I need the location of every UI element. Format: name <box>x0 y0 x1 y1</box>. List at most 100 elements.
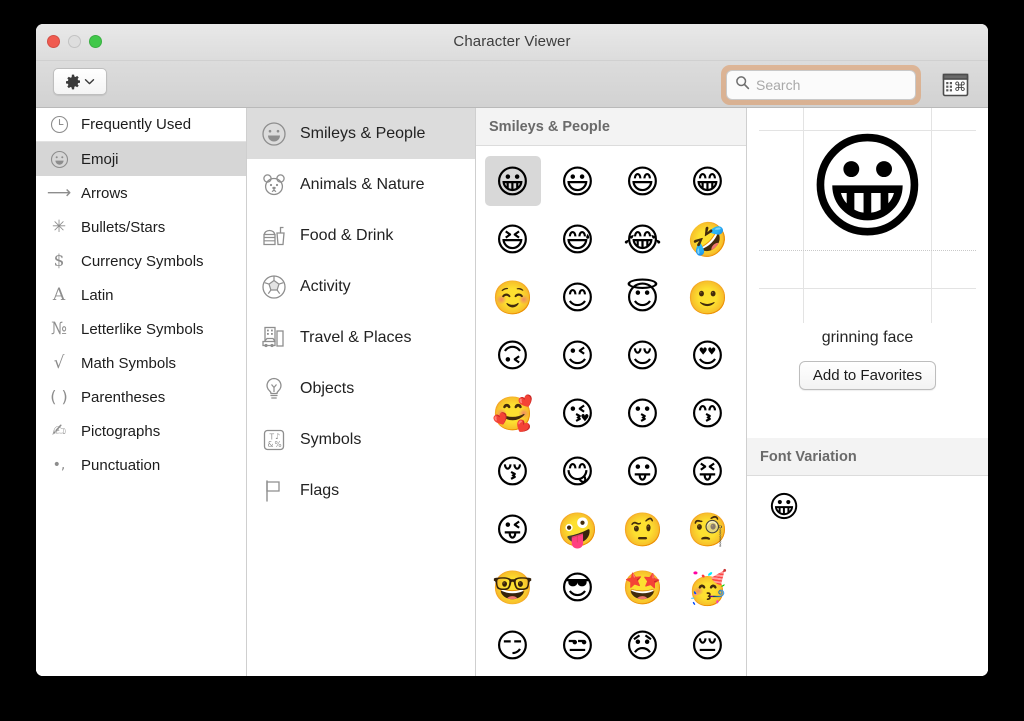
clock-icon <box>48 115 70 134</box>
input-source-picker-button[interactable]: ⌘ <box>942 73 969 97</box>
emoji-category-label: Flags <box>300 481 340 499</box>
sidebar-item-currency-symbols[interactable]: $ Currency Symbols <box>36 244 246 278</box>
sidebar-item-parentheses[interactable]: ( ) Parentheses <box>36 380 246 414</box>
emoji-cell[interactable]: 🙂 <box>680 272 736 322</box>
emoji-category-flags[interactable]: Flags <box>247 465 475 516</box>
emoji-cell[interactable]: 🤪 <box>550 504 606 554</box>
preview-pane: 😀 grinning face Add to Favorites Font Va… <box>747 108 988 676</box>
emoji-cell[interactable]: ☺️ <box>485 272 541 322</box>
font-variation-list[interactable]: 😀 <box>747 476 988 676</box>
emoji-cell[interactable]: 😁 <box>680 156 736 206</box>
emoji-category-travel-places[interactable]: Travel & Places <box>247 312 475 363</box>
font-variation-cell[interactable]: 😀 <box>761 487 807 529</box>
emoji-cell[interactable]: 🤩 <box>615 562 671 612</box>
glyph-preview: 😀 grinning face Add to Favorites <box>747 108 988 438</box>
sidebar-item-label: Frequently Used <box>81 116 192 133</box>
emoji-cell[interactable]: 😏 <box>485 620 541 670</box>
emoji-cell[interactable]: 🤨 <box>615 504 671 554</box>
emoji-cell[interactable]: 😙 <box>680 388 736 438</box>
sidebar-item-label: Pictographs <box>81 422 161 440</box>
sidebar-item-punctuation[interactable]: •, Punctuation <box>36 448 246 482</box>
emoji-cell[interactable]: 🥳 <box>680 562 736 612</box>
emoji-cell[interactable]: 😗 <box>615 388 671 438</box>
add-to-favorites-button[interactable]: Add to Favorites <box>798 361 937 390</box>
emoji-cell[interactable]: 😉 <box>550 330 606 380</box>
emoji-cell[interactable]: 😘 <box>550 388 606 438</box>
numero-icon: № <box>50 318 68 339</box>
keyboard-command-icon: ⌘ <box>942 73 969 101</box>
emoji-cell[interactable]: 😞 <box>615 620 671 670</box>
category-sidebar: Frequently Used Emoji ⟶ Arrows ✳ Bullets/Star… <box>36 108 247 676</box>
sidebar-item-label: Bullets/Stars <box>81 218 166 236</box>
toolbar: ⌘ <box>36 61 988 108</box>
font-variation-header: Font Variation <box>747 438 988 476</box>
emoji-cell[interactable]: 😛 <box>615 446 671 496</box>
emoji-cell[interactable]: 😊 <box>550 272 606 322</box>
lightbulb-category-icon <box>260 375 287 402</box>
emoji-category-label: Travel & Places <box>300 328 412 346</box>
emoji-category-activity[interactable]: Activity <box>247 261 475 312</box>
smiley-icon <box>48 150 70 169</box>
emoji-cell[interactable]: 🥰 <box>485 388 541 438</box>
emoji-cell[interactable]: 😋 <box>550 446 606 496</box>
emoji-category-smileys-people[interactable]: Smileys & People <box>247 108 475 159</box>
emoji-category-animals-nature[interactable]: Animals & Nature <box>247 159 475 210</box>
car-building-category-icon <box>260 324 287 351</box>
emoji-category-food-drink[interactable]: Food & Drink <box>247 210 475 261</box>
sidebar-item-latin[interactable]: A Latin <box>36 278 246 312</box>
sidebar-item-label: Emoji <box>81 150 119 168</box>
emoji-cell[interactable]: 😇 <box>615 272 671 322</box>
sidebar-item-bullets-stars[interactable]: ✳ Bullets/Stars <box>36 210 246 244</box>
dollar-icon: $ <box>53 250 65 271</box>
emoji-cell[interactable]: 🧐 <box>680 504 736 554</box>
sidebar-item-emoji[interactable]: Emoji <box>36 142 246 176</box>
guideline-horizontal-bottom <box>759 288 976 289</box>
emoji-category-label: Smileys & People <box>300 124 426 142</box>
search-input[interactable] <box>756 77 907 93</box>
emoji-cell[interactable]: 🙃 <box>485 330 541 380</box>
emoji-cell[interactable]: 😅 <box>550 214 606 264</box>
emoji-category-list: Smileys & People Animals & Nature Food & D… <box>247 108 476 676</box>
main-content: Frequently Used Emoji ⟶ Arrows ✳ Bullets/Star… <box>36 108 988 676</box>
emoji-cell[interactable]: 😔 <box>680 620 736 670</box>
emoji-cell[interactable]: 😝 <box>680 446 736 496</box>
emoji-cell[interactable]: 😂 <box>615 214 671 264</box>
sidebar-item-math-symbols[interactable]: √ Math Symbols <box>36 346 246 380</box>
emoji-cell[interactable]: 😀 <box>484 156 541 206</box>
symbols-category-icon: T ♪ &% <box>260 426 287 453</box>
search-field[interactable] <box>726 70 916 100</box>
arrow-right-icon: ⟶ <box>46 182 72 203</box>
sidebar-item-label: Punctuation <box>81 456 161 474</box>
sidebar-item-frequently-used[interactable]: Frequently Used <box>36 108 246 142</box>
emoji-cell[interactable]: 😄 <box>615 156 671 206</box>
parentheses-icon: ( ) <box>50 387 68 406</box>
emoji-cell[interactable]: 😎 <box>550 562 606 612</box>
emoji-cell[interactable]: 😍 <box>680 330 736 380</box>
sidebar-item-letterlike-symbols[interactable]: № Letterlike Symbols <box>36 312 246 346</box>
sidebar-item-label: Parentheses <box>81 388 166 406</box>
emoji-grid[interactable]: 😀 😃 😄 😁 😆 😅 😂 🤣 ☺️ 😊 😇 🙂 🙃 😉 😌 😍 🥰 😘 😗 😙 😚 😋 😛 😝 😜 🤪 🤨 🧐 🤓 😎 🤩 🥳 😏 😒 😞 😔 <box>476 146 746 676</box>
emoji-category-objects[interactable]: Objects <box>247 363 475 414</box>
sidebar-item-arrows[interactable]: ⟶ Arrows <box>36 176 246 210</box>
sidebar-item-pictographs[interactable]: ✍ Pictographs <box>36 414 246 448</box>
emoji-cell[interactable]: 🤣 <box>680 214 736 264</box>
emoji-category-label: Food & Drink <box>300 226 394 244</box>
emoji-category-label: Activity <box>300 277 351 295</box>
emoji-cell[interactable]: 😚 <box>485 446 541 496</box>
emoji-cell[interactable]: 🤓 <box>485 562 541 612</box>
emoji-cell[interactable]: 😃 <box>550 156 606 206</box>
pictograph-icon: ✍ <box>51 420 67 441</box>
square-root-icon: √ <box>53 352 65 373</box>
emoji-cell[interactable]: 😌 <box>615 330 671 380</box>
chevron-down-icon <box>84 76 95 87</box>
soccer-ball-category-icon <box>260 273 287 300</box>
bear-category-icon <box>260 171 287 198</box>
sidebar-item-label: Letterlike Symbols <box>81 320 204 338</box>
emoji-cell[interactable]: 😜 <box>485 504 541 554</box>
emoji-cell[interactable]: 😒 <box>550 620 606 670</box>
preview-glyph: 😀 <box>807 120 928 255</box>
svg-text:⌘: ⌘ <box>954 79 967 94</box>
emoji-cell[interactable]: 😆 <box>485 214 541 264</box>
emoji-category-symbols[interactable]: T ♪ &% Symbols <box>247 414 475 465</box>
gear-menu-button[interactable] <box>53 68 107 95</box>
